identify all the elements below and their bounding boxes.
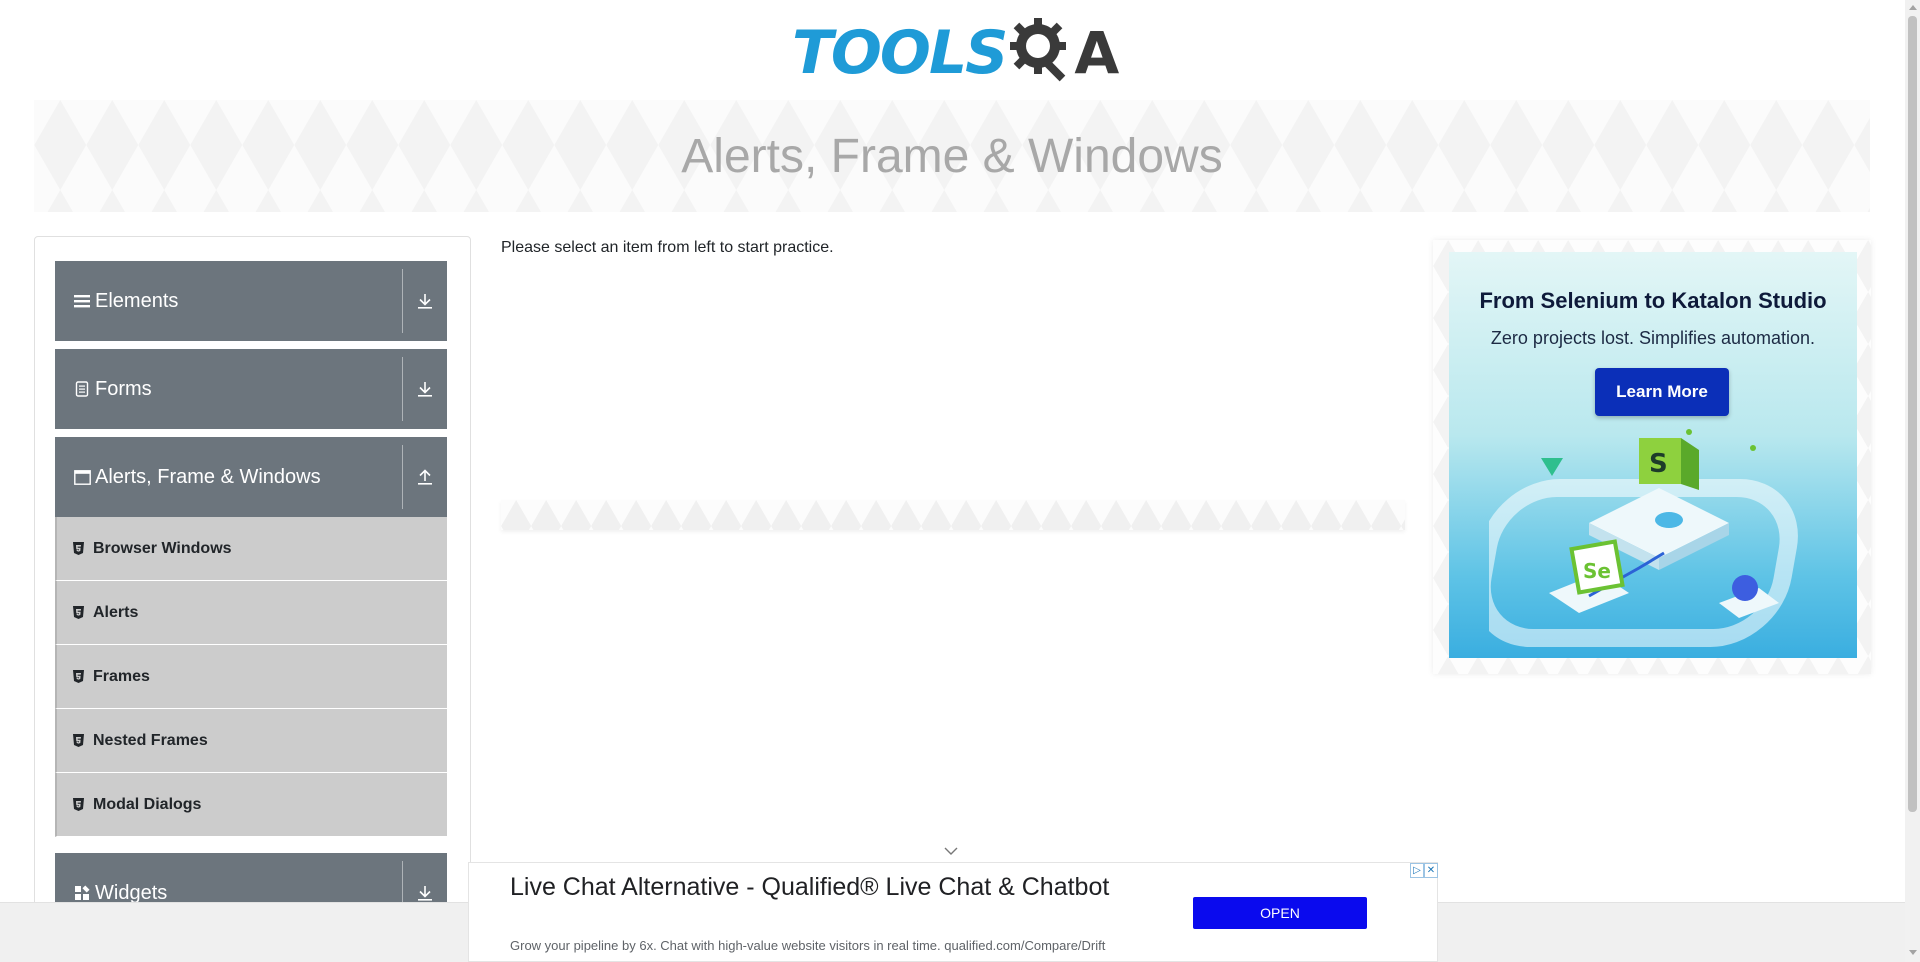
html5-icon — [73, 542, 85, 556]
katalon-illustration: Se S — [1489, 429, 1798, 647]
logo-text: TOOLS — [792, 18, 1008, 88]
scroll-up-arrow-icon[interactable] — [1909, 5, 1917, 10]
logo-a: A — [1074, 19, 1120, 87]
group-label: Alerts, Frame & Windows — [95, 465, 321, 488]
download-icon — [403, 884, 447, 902]
sub-item-label: Alerts — [93, 603, 139, 621]
open-button[interactable]: OPEN — [1193, 897, 1367, 929]
download-icon — [403, 380, 447, 398]
grid-icon — [73, 884, 91, 902]
scroll-down-arrow-icon[interactable] — [1909, 950, 1917, 955]
sub-item-modal-dialogs[interactable]: Modal Dialogs — [55, 773, 447, 837]
group-header-elements[interactable]: Elements — [55, 261, 447, 341]
sub-menu-list: Browser Windows Alerts Frames Nested Fra… — [55, 517, 447, 837]
group-header-alerts-frame-windows[interactable]: Alerts, Frame & Windows — [55, 437, 447, 517]
download-icon — [403, 292, 447, 310]
html5-icon — [73, 606, 85, 620]
html5-icon — [73, 734, 85, 748]
chevron-down-icon[interactable] — [943, 843, 959, 861]
scroll-thumb[interactable] — [1908, 16, 1917, 812]
sub-item-browser-windows[interactable]: Browser Windows — [55, 517, 447, 581]
document-icon — [73, 380, 91, 398]
html5-icon — [73, 798, 85, 812]
sub-item-nested-frames[interactable]: Nested Frames — [55, 709, 447, 773]
learn-more-button[interactable]: Learn More — [1595, 368, 1729, 416]
page: TOOLS A Alerts, Frame & Windows Elements… — [0, 0, 1920, 962]
gear-search-icon — [1008, 16, 1072, 91]
window-icon — [73, 468, 91, 486]
ad-placeholder-strip — [501, 500, 1405, 530]
bottom-ad-description: Grow your pipeline by 6x. Chat with high… — [510, 938, 1106, 953]
menu-icon — [73, 292, 91, 310]
group-label: Elements — [95, 289, 179, 312]
sub-item-label: Browser Windows — [93, 539, 232, 557]
page-banner: Alerts, Frame & Windows — [34, 100, 1870, 212]
side-ad[interactable]: From Selenium to Katalon Studio Zero pro… — [1449, 252, 1857, 658]
toolsqa-logo[interactable]: TOOLS A — [792, 16, 1119, 90]
vertical-scrollbar[interactable] — [1905, 0, 1920, 962]
upload-icon — [403, 468, 447, 486]
side-ad-subtitle: Zero projects lost. Simplifies automatio… — [1490, 328, 1816, 348]
svg-text:S: S — [1649, 449, 1668, 479]
group-label: Forms — [95, 377, 152, 400]
sub-item-frames[interactable]: Frames — [55, 645, 447, 709]
side-ad-title: From Selenium to Katalon Studio — [1479, 288, 1827, 313]
sub-item-alerts[interactable]: Alerts — [55, 581, 447, 645]
sub-item-label: Frames — [93, 667, 150, 685]
group-header-forms[interactable]: Forms — [55, 349, 447, 429]
html5-icon — [73, 670, 85, 684]
sub-item-label: Modal Dialogs — [93, 795, 202, 813]
close-icon[interactable]: ✕ — [1424, 863, 1438, 878]
svg-text:Se: Se — [1583, 559, 1611, 583]
sub-item-label: Nested Frames — [93, 731, 208, 749]
ad-choices[interactable]: ▷ ✕ — [1410, 863, 1439, 879]
bottom-ad[interactable]: ▷ ✕ Live Chat Alternative - Qualified® L… — [468, 862, 1438, 962]
instruction-text: Please select an item from left to start… — [501, 239, 834, 256]
page-title: Alerts, Frame & Windows — [681, 129, 1223, 183]
bottom-ad-headline[interactable]: Live Chat Alternative - Qualified® Live … — [510, 871, 1150, 904]
ad-info-icon[interactable]: ▷ — [1410, 863, 1424, 878]
